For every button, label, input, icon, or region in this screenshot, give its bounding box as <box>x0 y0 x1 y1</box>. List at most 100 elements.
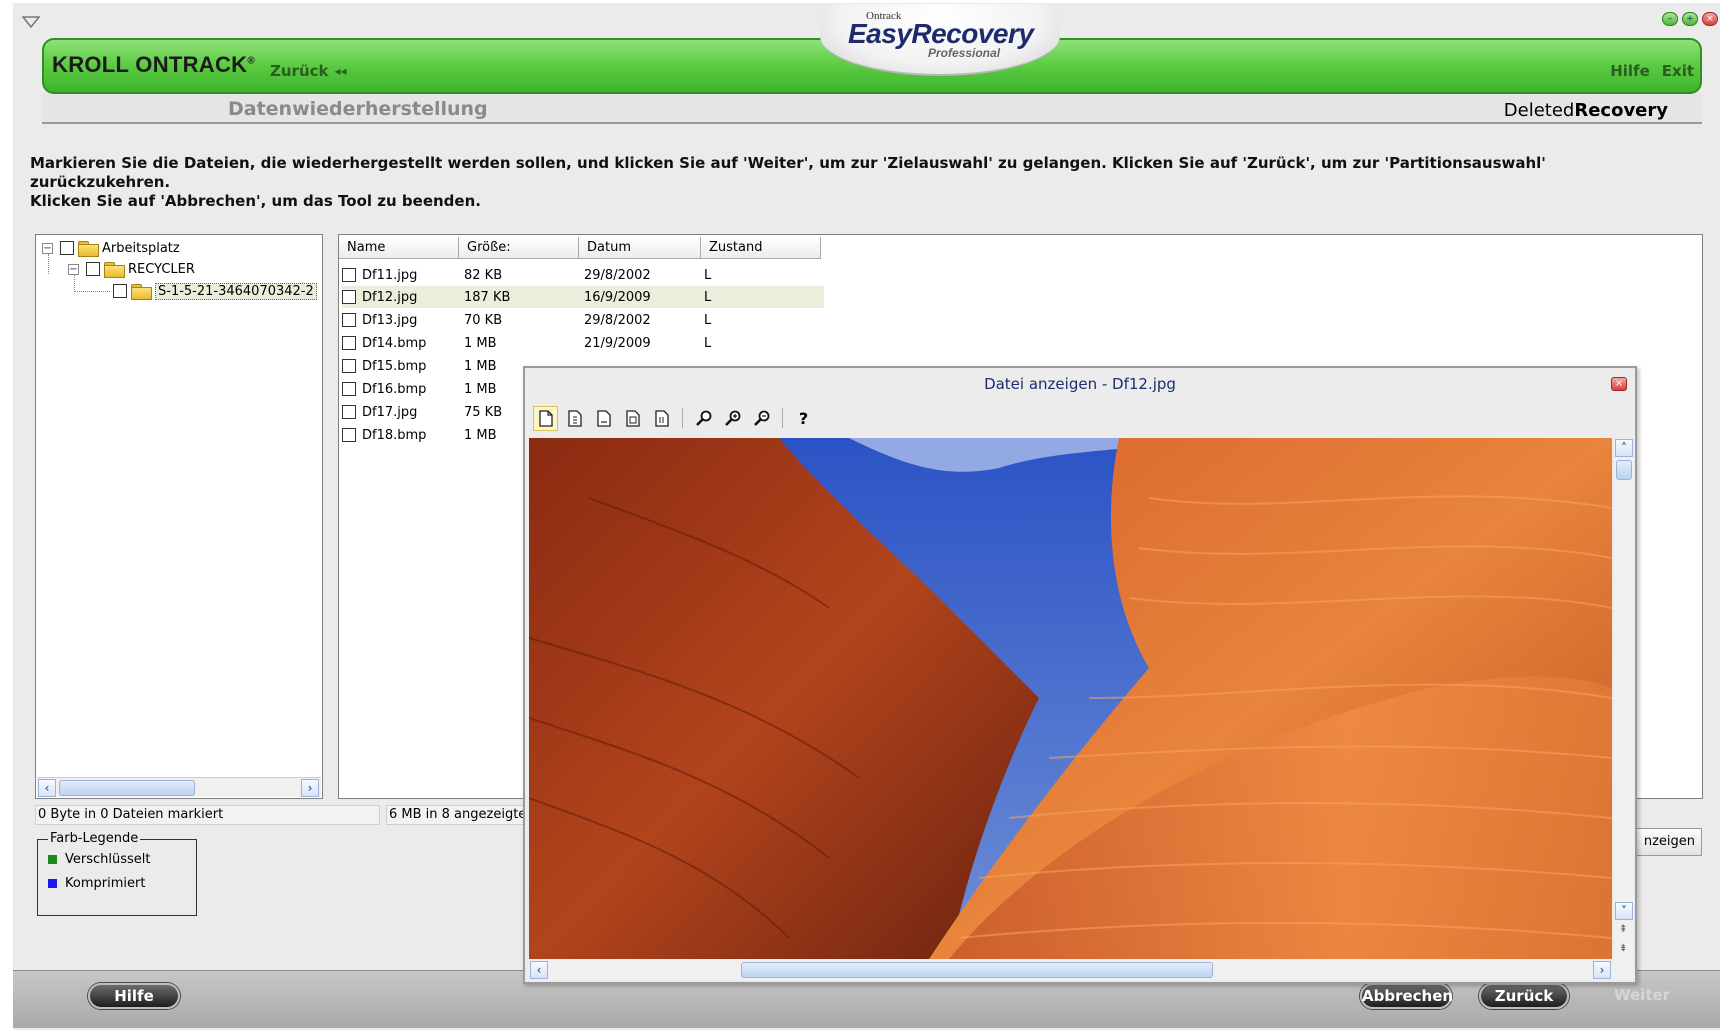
page-4-icon[interactable] <box>649 406 674 431</box>
file-date: 29/8/2002 <box>584 312 651 328</box>
header-help-link[interactable]: Hilfe <box>1610 62 1650 80</box>
file-checkbox[interactable] <box>342 428 356 442</box>
viewer-close-icon[interactable]: × <box>1611 377 1627 391</box>
file-state: L <box>704 289 712 305</box>
page-2-icon[interactable] <box>591 406 616 431</box>
scroll-left-icon[interactable]: ‹ <box>530 961 548 979</box>
mode-title: DeletedRecovery <box>1503 100 1668 121</box>
cancel-button[interactable]: Abbrechen <box>1360 983 1453 1009</box>
file-row[interactable]: Df11.jpg 82 KB 29/8/2002 L <box>342 264 824 286</box>
status-shown: 6 MB in 8 angezeigte <box>386 805 526 825</box>
viewer-horizontal-scrollbar[interactable]: ‹ › <box>529 960 1634 980</box>
file-state: L <box>704 267 712 283</box>
column-header-size[interactable]: Größe: <box>459 237 579 259</box>
file-checkbox[interactable] <box>342 290 356 304</box>
collapse-icon[interactable]: − <box>42 242 53 254</box>
collapse-icon[interactable]: − <box>68 263 79 275</box>
green-swatch-icon <box>48 855 57 864</box>
scroll-down-icon[interactable]: ˅ <box>1615 902 1633 920</box>
file-row[interactable]: Df12.jpg 187 KB 16/9/2009 L <box>342 286 824 308</box>
legend-item-compressed: Komprimiert <box>48 876 145 891</box>
file-row[interactable]: Df14.bmp 1 MB 21/9/2009 L <box>342 332 824 354</box>
close-icon[interactable]: × <box>1702 12 1718 26</box>
folder-tree[interactable] <box>35 234 323 799</box>
header-back-link[interactable]: Zurück ◂◂ <box>270 62 347 80</box>
file-viewer-dialog: Datei anzeigen - Df12.jpg × ? ˄ ˅ ⇞ ⇟ ‹ … <box>523 366 1637 984</box>
page-3-icon[interactable] <box>620 406 645 431</box>
minimize-icon[interactable]: – <box>1662 12 1678 26</box>
scroll-left-icon[interactable]: ‹ <box>38 779 56 797</box>
header-exit-link[interactable]: Exit <box>1662 62 1694 80</box>
file-row[interactable]: Df13.jpg 70 KB 29/8/2002 L <box>342 309 824 331</box>
scroll-up-icon[interactable]: ˄ <box>1615 439 1633 457</box>
file-state: L <box>704 335 712 351</box>
viewer-vertical-scrollbar[interactable]: ˄ ˅ ⇞ ⇟ <box>1614 438 1634 959</box>
column-header-name[interactable]: Name <box>339 237 459 259</box>
header-back-label: Zurück <box>270 62 329 80</box>
help-icon[interactable]: ? <box>791 406 816 431</box>
color-legend: Farb-Legende Verschlüsselt Komprimiert <box>37 831 197 916</box>
show-file-button[interactable]: nzeigen <box>1636 828 1702 856</box>
scroll-thumb[interactable] <box>1616 460 1632 480</box>
tree-checkbox[interactable] <box>113 284 127 298</box>
scroll-thumb[interactable] <box>59 780 195 796</box>
zoom-out-icon[interactable] <box>749 406 774 431</box>
maximize-icon[interactable]: + <box>1682 12 1698 26</box>
scroll-right-icon[interactable]: › <box>1593 961 1611 979</box>
instructions-text: Markieren Sie die Dateien, die wiederher… <box>30 154 1690 211</box>
legend-item-encrypted: Verschlüsselt <box>48 852 151 867</box>
instructions-line-1: Markieren Sie die Dateien, die wiederher… <box>30 154 1546 191</box>
file-checkbox[interactable] <box>342 405 356 419</box>
file-name: Df17.jpg <box>362 404 418 420</box>
file-checkbox[interactable] <box>342 336 356 350</box>
file-size: 187 KB <box>464 289 511 305</box>
legend-label: Verschlüsselt <box>65 852 151 867</box>
toolbar-separator <box>782 408 783 428</box>
tree-checkbox[interactable] <box>60 241 74 255</box>
file-name: Df12.jpg <box>362 289 418 305</box>
zoom-in-icon[interactable] <box>720 406 745 431</box>
tree-item-sid-folder[interactable]: S-1-5-21-3464070342-2 <box>113 281 317 301</box>
viewer-toolbar: ? <box>529 404 1629 432</box>
tree-connector <box>74 291 110 292</box>
file-checkbox[interactable] <box>342 382 356 396</box>
brand-logo: KROLL ONTRACK® <box>52 52 256 77</box>
file-state: L <box>704 312 712 328</box>
back-button[interactable]: Zurück <box>1479 983 1569 1009</box>
file-size: 82 KB <box>464 267 503 283</box>
tree-item-recycler[interactable]: − RECYCLER <box>68 259 195 279</box>
image-preview <box>529 438 1612 959</box>
next-button[interactable]: Weiter <box>1614 986 1670 1004</box>
file-name: Df14.bmp <box>362 335 427 351</box>
double-left-arrow-icon: ◂◂ <box>334 64 347 78</box>
zoom-icon[interactable] <box>691 406 716 431</box>
legend-label: Komprimiert <box>65 876 146 891</box>
tree-item-label: Arbeitsplatz <box>102 240 180 256</box>
toolbar-separator <box>682 408 683 428</box>
file-checkbox[interactable] <box>342 359 356 373</box>
file-list-header: Name Größe: Datum Zustand <box>339 237 821 259</box>
tree-checkbox[interactable] <box>86 262 100 276</box>
file-name: Df11.jpg <box>362 267 418 283</box>
file-checkbox[interactable] <box>342 313 356 327</box>
help-button[interactable]: Hilfe <box>88 983 180 1009</box>
column-header-date[interactable]: Datum <box>579 237 701 259</box>
tree-item-label: RECYCLER <box>128 261 195 277</box>
page-1-icon[interactable] <box>562 406 587 431</box>
blue-swatch-icon <box>48 879 57 888</box>
menu-triangle-icon[interactable] <box>22 16 40 28</box>
tree-item-arbeitsplatz[interactable]: − Arbeitsplatz <box>42 238 180 258</box>
tree-horizontal-scrollbar[interactable]: ‹ › <box>37 777 321 797</box>
scroll-right-icon[interactable]: › <box>301 779 319 797</box>
status-marked: 0 Byte in 0 Dateien markiert <box>35 805 380 825</box>
product-edition: Professional <box>928 46 1001 60</box>
page-icon[interactable] <box>533 405 558 431</box>
column-header-state[interactable]: Zustand <box>701 237 821 259</box>
file-name: Df13.jpg <box>362 312 418 328</box>
page-up-icon[interactable]: ⇞ <box>1619 924 1627 935</box>
scroll-thumb[interactable] <box>741 962 1213 978</box>
file-name: Df15.bmp <box>362 358 427 374</box>
file-checkbox[interactable] <box>342 268 356 282</box>
screen-edge <box>0 0 13 1030</box>
page-down-icon[interactable]: ⇟ <box>1619 943 1627 954</box>
